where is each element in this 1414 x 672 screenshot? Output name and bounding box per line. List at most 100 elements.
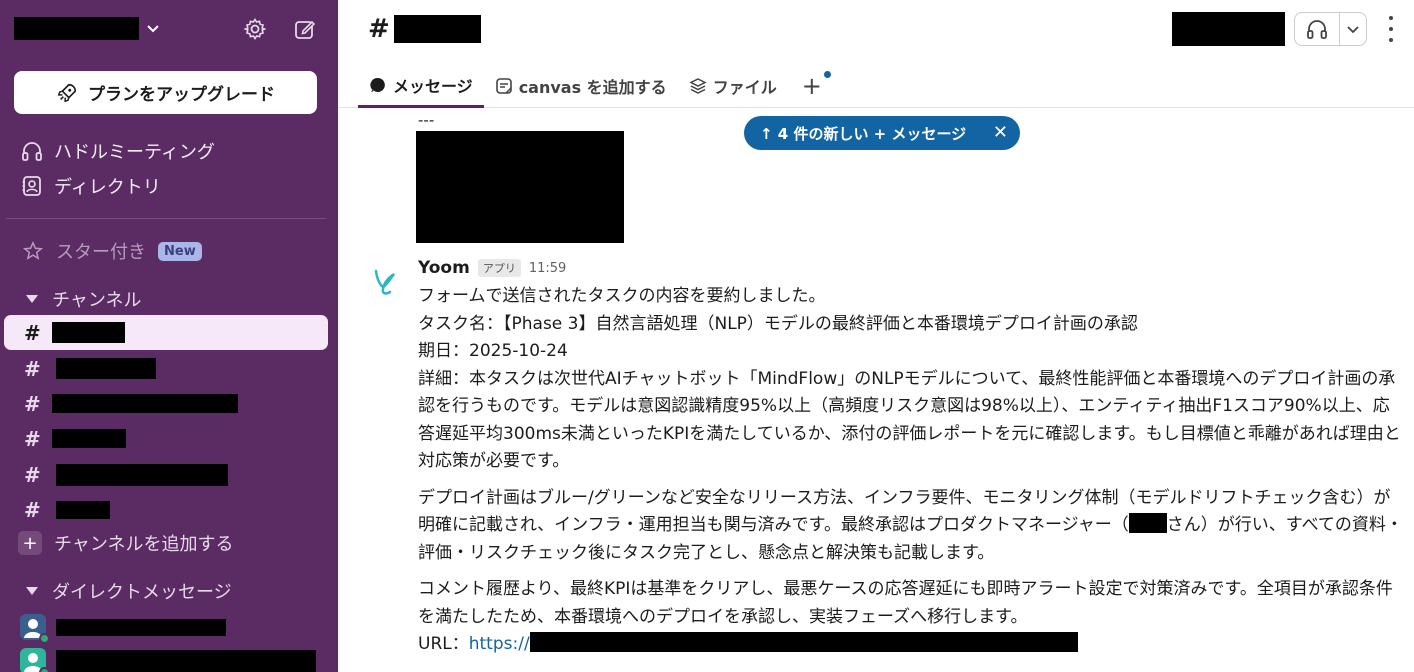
sidebar-item-label: ディレクトリ <box>54 177 161 198</box>
channel-name <box>52 394 238 413</box>
redacted-name <box>1128 513 1167 533</box>
sidebar-item-starred[interactable]: スター付き New <box>22 238 202 264</box>
sidebar-channel[interactable]: # <box>4 492 328 527</box>
chevron-down-icon[interactable] <box>144 18 162 38</box>
app-badge: アプリ <box>477 259 521 277</box>
hash-icon: # <box>368 14 390 44</box>
sender-name[interactable]: Yoom <box>418 258 470 278</box>
channels-section-header[interactable]: チャンネル <box>26 286 141 312</box>
sidebar-channel[interactable]: # <box>4 457 328 492</box>
message-body: フォームで送信されたタスクの内容を要約しました。 タスク名：【Phase 3】自… <box>418 283 1403 659</box>
caret-down-icon <box>26 587 38 595</box>
channel-title[interactable]: # <box>368 14 481 44</box>
chevron-down-icon <box>1347 26 1359 34</box>
tab-label: canvas を追加する <box>518 78 667 97</box>
more-options-icon[interactable] <box>1384 16 1398 42</box>
message-divider-text: --- <box>418 111 435 129</box>
sidebar-item-directory[interactable]: ディレクトリ <box>20 173 161 199</box>
sidebar-item-label: ハドルミーティング <box>54 142 215 163</box>
sidebar-channel[interactable]: # <box>4 421 328 456</box>
channel-header: # メッセージ canvas を追加する ファイル + <box>338 0 1414 108</box>
message-line: 期日：2025-10-24 <box>418 341 568 361</box>
starred-label: スター付き <box>56 242 146 263</box>
presence-indicator <box>39 633 50 644</box>
headphones-icon <box>22 142 42 161</box>
huddle-button[interactable] <box>1294 12 1367 46</box>
star-icon <box>22 240 44 260</box>
upgrade-plan-label: プランをアップグレード <box>88 85 275 105</box>
url-link[interactable]: https:// <box>469 634 530 654</box>
channel-name <box>56 358 156 379</box>
sidebar-channel[interactable]: # <box>4 351 328 386</box>
channel-name <box>56 500 110 519</box>
dm-item[interactable] <box>20 614 226 644</box>
huddle-start-button[interactable] <box>1295 13 1340 45</box>
message-timestamp[interactable]: 11:59 <box>529 261 566 276</box>
hash-icon: # <box>24 462 41 487</box>
directory-icon <box>22 176 41 196</box>
new-messages-label: ↑ 4 件の新しい + メッセージ <box>760 124 967 143</box>
add-channel-button[interactable]: + チャンネルを追加する <box>18 530 233 556</box>
plus-icon: + <box>801 72 822 100</box>
message-line: 詳細：本タスクは次世代AIチャットボット「MindFlow」のNLPモデルについ… <box>418 368 1401 472</box>
files-icon <box>689 78 707 94</box>
member-avatars[interactable] <box>1172 12 1285 46</box>
hash-icon: # <box>24 497 41 522</box>
avatar <box>20 648 50 672</box>
message-url-line: URL：https:// <box>418 631 1403 659</box>
dm-section-header[interactable]: ダイレクトメッセージ <box>26 578 232 604</box>
message-icon <box>370 77 385 92</box>
tab-messages[interactable]: メッセージ <box>358 64 484 108</box>
message-paragraph: コメント履歴より、最終KPIは基準をクリアし、最悪ケースの応答遅延にも即時アラー… <box>418 579 1393 627</box>
rocket-icon <box>57 83 77 102</box>
channel-name <box>52 429 126 448</box>
tab-files[interactable]: ファイル <box>678 64 788 108</box>
yoom-app-avatar[interactable] <box>368 265 404 301</box>
hash-icon: # <box>24 426 41 451</box>
sidebar-divider <box>6 218 326 219</box>
caret-down-icon <box>26 295 38 303</box>
tab-label: ファイル <box>712 78 777 97</box>
attached-image[interactable] <box>416 131 624 243</box>
url-label: URL： <box>418 634 469 654</box>
tab-label: メッセージ <box>393 76 473 96</box>
add-channel-label: チャンネルを追加する <box>54 534 234 555</box>
hash-icon: # <box>24 356 41 381</box>
sidebar-channel-active[interactable]: # <box>4 315 328 350</box>
sidebar: プランをアップグレード ハドルミーティング ディレクトリ スター付き New チ… <box>0 0 338 672</box>
hash-icon: # <box>24 320 41 345</box>
message-line: フォームで送信されたタスクの内容を要約しました。 <box>418 286 826 306</box>
upgrade-plan-button[interactable]: プランをアップグレード <box>14 71 317 114</box>
workspace-name[interactable] <box>14 17 139 40</box>
channel-name <box>52 322 125 343</box>
dm-name <box>56 618 226 636</box>
channel-name <box>56 463 228 486</box>
compose-icon[interactable] <box>293 17 317 41</box>
headphones-icon <box>1307 20 1327 39</box>
sidebar-item-huddles[interactable]: ハドルミーティング <box>20 138 215 164</box>
new-badge: New <box>158 241 202 261</box>
message-list: --- ↑ 4 件の新しい + メッセージ ✕ Yoom アプリ 11:59 フ… <box>338 109 1414 672</box>
message-paragraph: デプロイ計画はブルー/グリーンなど安全なリリース方法、インフラ要件、モニタリング… <box>418 485 1403 568</box>
dm-item[interactable] <box>20 648 316 672</box>
add-tab-button[interactable]: + <box>788 64 836 108</box>
avatar <box>20 614 50 644</box>
plus-icon: + <box>18 531 42 555</box>
redacted-url[interactable] <box>529 632 1078 652</box>
canvas-icon <box>495 78 512 94</box>
message-line: タスク名：【Phase 3】自然言語処理（NLP）モデルの最終評価と本番環境デプ… <box>418 313 1138 334</box>
notification-dot <box>823 71 831 78</box>
close-icon[interactable]: ✕ <box>993 122 1008 143</box>
new-messages-banner[interactable]: ↑ 4 件の新しい + メッセージ ✕ <box>744 116 1020 150</box>
dm-section-label: ダイレクトメッセージ <box>52 582 232 603</box>
message-header: Yoom アプリ 11:59 <box>418 258 566 278</box>
dm-name <box>56 650 316 672</box>
sidebar-channel[interactable]: # <box>4 386 328 421</box>
gear-icon[interactable] <box>243 17 267 41</box>
channel-tabs: メッセージ canvas を追加する ファイル + <box>358 64 836 108</box>
tab-add-canvas[interactable]: canvas を追加する <box>484 64 678 108</box>
channels-section-label: チャンネル <box>52 290 142 311</box>
huddle-options-button[interactable] <box>1340 22 1366 36</box>
hash-icon: # <box>24 391 41 416</box>
channel-title-name <box>393 15 481 43</box>
